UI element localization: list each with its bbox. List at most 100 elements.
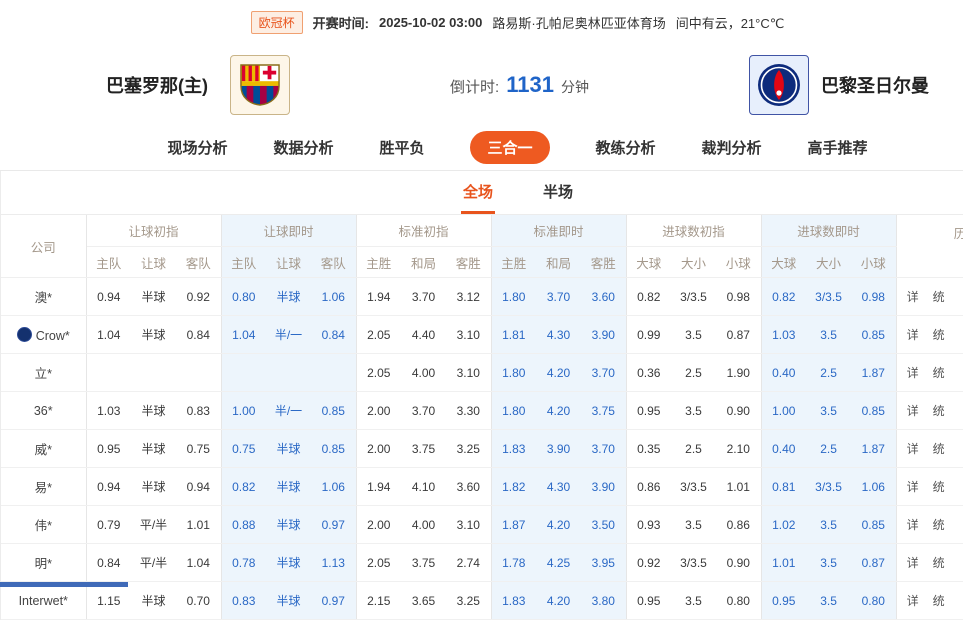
sub-column-header: 大球 (761, 247, 806, 278)
odds-cell: 2.05 (356, 354, 401, 392)
stats-link[interactable]: 统 (933, 366, 945, 380)
odds-cell: 4.00 (401, 506, 446, 544)
odds-cell: 0.36 (626, 354, 671, 392)
odds-cell: 3.5 (806, 544, 851, 582)
nav-tab-data-analysis[interactable]: 数据分析 (273, 137, 333, 158)
odds-cell: 0.99 (626, 316, 671, 354)
stats-link[interactable]: 统 (933, 328, 945, 342)
odds-cell: 4.00 (401, 354, 446, 392)
odds-cell: 0.75 (221, 430, 266, 468)
company-name-cell[interactable]: 澳* (1, 278, 86, 316)
nav-tab-win-draw-lose[interactable]: 胜平负 (379, 137, 424, 158)
odds-cell: 3.70 (401, 278, 446, 316)
nav-tab-expert-picks[interactable]: 高手推荐 (808, 137, 868, 158)
odds-cell: 3.10 (446, 316, 491, 354)
odds-cell: 3.5 (806, 506, 851, 544)
detail-link[interactable]: 详 (907, 290, 919, 304)
company-name-cell[interactable]: 立* (1, 354, 86, 392)
odds-cell: 1.01 (761, 544, 806, 582)
company-name-cell[interactable]: 伟* (1, 506, 86, 544)
history-cell: 详统 (896, 278, 963, 316)
company-name-cell[interactable]: Interwet* (1, 582, 86, 620)
odds-cell: 0.90 (716, 544, 761, 582)
odds-cell: 2.74 (446, 544, 491, 582)
detail-link[interactable]: 详 (907, 328, 919, 342)
subtab-full-match[interactable]: 全场 (461, 181, 495, 214)
stats-link[interactable]: 统 (933, 518, 945, 532)
nav-tab-coach-analysis[interactable]: 教练分析 (596, 137, 656, 158)
odds-cell: 1.03 (86, 392, 131, 430)
odds-cell: 半球 (131, 468, 176, 506)
odds-cell: 平/半 (131, 544, 176, 582)
detail-link[interactable]: 详 (907, 442, 919, 456)
subtab-half-match[interactable]: 半场 (541, 181, 575, 214)
detail-link[interactable]: 详 (907, 556, 919, 570)
odds-cell: 3.5 (806, 316, 851, 354)
odds-cell: 0.86 (626, 468, 671, 506)
odds-cell: 3.70 (581, 354, 626, 392)
company-name-cell[interactable]: 易* (1, 468, 86, 506)
odds-cell: 0.40 (761, 430, 806, 468)
history-cell: 详统 (896, 544, 963, 582)
odds-cell: 0.92 (626, 544, 671, 582)
odds-cell: 0.85 (851, 506, 896, 544)
stats-link[interactable]: 统 (933, 404, 945, 418)
history-column-header: 历史 (896, 215, 963, 278)
company-name-cell[interactable]: 36* (1, 392, 86, 430)
countdown: 倒计时: 1131 分钟 (450, 72, 589, 98)
sub-column-header: 大球 (626, 247, 671, 278)
odds-cell: 0.95 (86, 430, 131, 468)
nav-tab-live-analysis[interactable]: 现场分析 (167, 137, 227, 158)
company-name: 伟* (35, 519, 52, 533)
history-cell: 详统 (896, 316, 963, 354)
stats-link[interactable]: 统 (933, 480, 945, 494)
company-name-cell[interactable]: 明* (1, 544, 86, 582)
odds-cell: 1.13 (311, 544, 356, 582)
odds-cell: 4.30 (536, 316, 581, 354)
odds-cell: 2.10 (716, 430, 761, 468)
stats-link[interactable]: 统 (933, 556, 945, 570)
detail-link[interactable]: 详 (907, 518, 919, 532)
odds-cell: 4.20 (536, 506, 581, 544)
odds-cell: 4.20 (536, 392, 581, 430)
odds-cell: 1.04 (176, 544, 221, 582)
company-column-header: 公司 (1, 215, 86, 278)
odds-cell: 3.75 (401, 544, 446, 582)
odds-cell: 3.10 (446, 506, 491, 544)
company-name-cell[interactable]: Crow* (1, 316, 86, 354)
history-cell: 详统 (896, 392, 963, 430)
nav-tab-three-in-one[interactable]: 三合一 (470, 131, 549, 164)
stats-link[interactable]: 统 (933, 594, 945, 608)
sub-column-header: 小球 (851, 247, 896, 278)
detail-link[interactable]: 详 (907, 480, 919, 494)
odds-cell: 0.93 (626, 506, 671, 544)
odds-cell: 4.40 (401, 316, 446, 354)
odds-cell: 1.01 (176, 506, 221, 544)
company-name-cell[interactable]: 威* (1, 430, 86, 468)
stats-link[interactable]: 统 (933, 442, 945, 456)
barcelona-crest-icon (230, 55, 290, 115)
odds-cell: 0.80 (851, 582, 896, 620)
odds-cell: 1.87 (491, 506, 536, 544)
odds-cell: 0.92 (176, 278, 221, 316)
odds-cell: 1.81 (491, 316, 536, 354)
group-header: 进球数初指 (626, 215, 761, 247)
odds-cell: 1.78 (491, 544, 536, 582)
odds-cell: 3.5 (806, 582, 851, 620)
stats-link[interactable]: 统 (933, 290, 945, 304)
odds-cell: 半球 (266, 430, 311, 468)
odds-cell: 1.06 (851, 468, 896, 506)
page: 欧冠杯 开赛时间: 2025-10-02 03:00 路易斯·孔帕尼奥林匹亚体育… (0, 0, 963, 620)
detail-link[interactable]: 详 (907, 366, 919, 380)
odds-cell: 1.02 (761, 506, 806, 544)
odds-cell: 3.10 (446, 354, 491, 392)
odds-cell: 平/半 (131, 506, 176, 544)
detail-link[interactable]: 详 (907, 594, 919, 608)
odds-cell: 3.5 (671, 316, 716, 354)
odds-row: 明*0.84平/半1.040.78半球1.132.053.752.741.784… (1, 544, 963, 582)
odds-row: 立*2.054.003.101.804.203.700.362.51.900.4… (1, 354, 963, 392)
sub-column-header: 大小 (671, 247, 716, 278)
odds-cell: 3.25 (446, 430, 491, 468)
nav-tab-referee-analysis[interactable]: 裁判分析 (702, 137, 762, 158)
detail-link[interactable]: 详 (907, 404, 919, 418)
